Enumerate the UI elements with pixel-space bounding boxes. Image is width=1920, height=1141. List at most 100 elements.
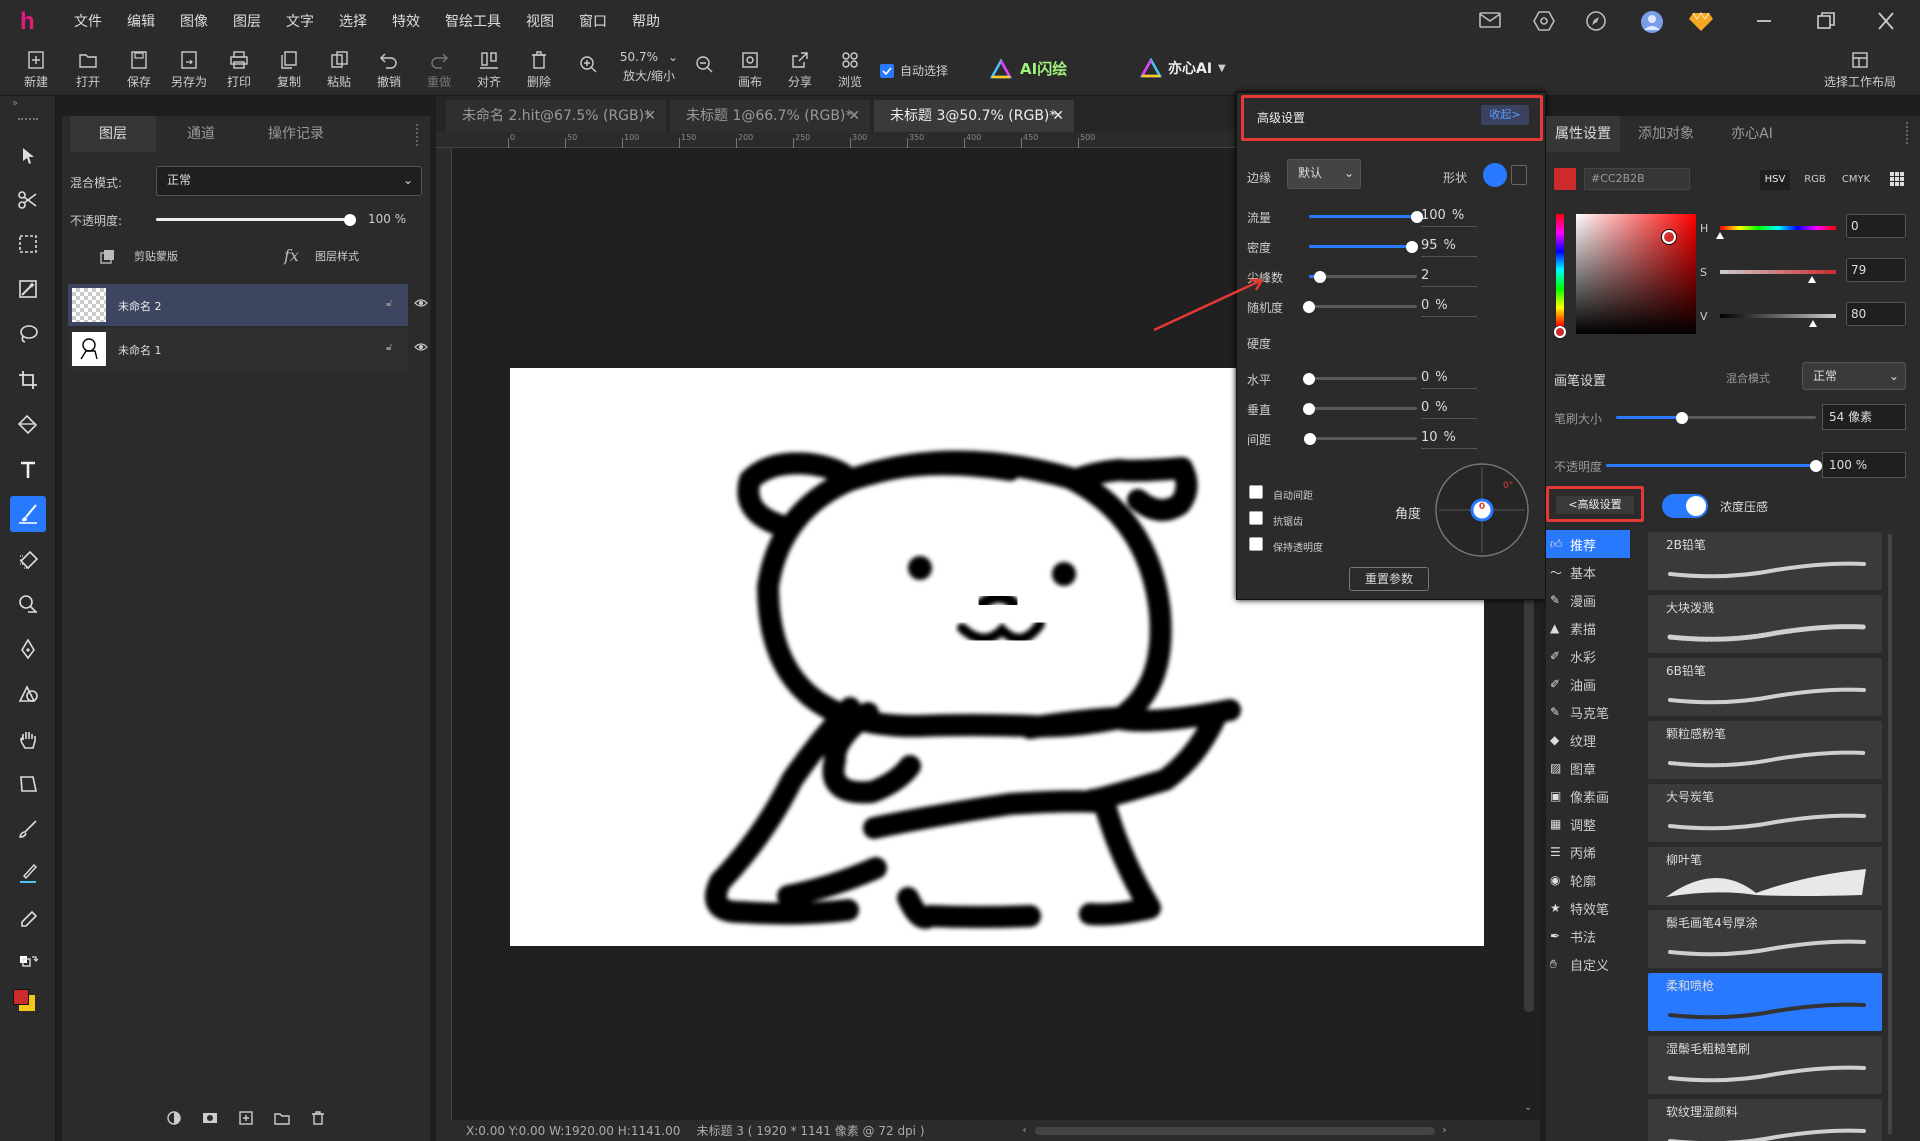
adv-slider-knob[interactable]	[1303, 373, 1315, 385]
lock-icon[interactable]: 🔓︎	[386, 298, 392, 309]
adv-slider[interactable]	[1309, 241, 1418, 253]
compass-icon[interactable]	[1584, 10, 1610, 34]
adv-slider-knob[interactable]	[1303, 403, 1315, 415]
brush-size-knob[interactable]	[1676, 412, 1688, 424]
hsv-value-input[interactable]: 79	[1846, 258, 1906, 282]
scissors-tool-icon[interactable]	[10, 182, 46, 218]
trash-icon[interactable]	[310, 1110, 326, 1126]
brush-preset-item[interactable]: 柳叶笔	[1648, 847, 1882, 905]
copy-button[interactable]: 复制	[267, 50, 311, 90]
marquee-tool-icon[interactable]	[10, 226, 46, 262]
new-button[interactable]: 新建	[14, 50, 58, 90]
brush-tool-icon[interactable]	[10, 496, 46, 532]
current-color-swatch[interactable]	[1554, 168, 1576, 190]
zoom-in-icon[interactable]	[578, 54, 598, 74]
adv-slider[interactable]	[1303, 373, 1417, 385]
open-button[interactable]: 打开	[66, 50, 110, 90]
brush-list-scrollbar[interactable]	[1888, 534, 1892, 1134]
expand-icon[interactable]: »	[12, 98, 18, 109]
menu-item[interactable]: 文件	[74, 0, 102, 44]
paint-bucket-tool-icon[interactable]	[10, 406, 46, 442]
adv-slider[interactable]	[1304, 433, 1417, 445]
brush-preset-item[interactable]: 大号炭笔	[1648, 784, 1882, 842]
sv-picker-knob[interactable]	[1662, 230, 1676, 244]
mode-rgb[interactable]: RGB	[1800, 170, 1830, 190]
scroll-right-icon[interactable]: ›	[1443, 1125, 1447, 1136]
adv-slider-value[interactable]: 0%	[1421, 397, 1477, 419]
hsv-value-input[interactable]: 80	[1846, 302, 1906, 326]
menu-item[interactable]: 帮助	[632, 0, 660, 44]
adv-slider[interactable]	[1303, 301, 1417, 313]
anti-alias-checkbox[interactable]	[1249, 511, 1263, 525]
paste-button[interactable]: 粘贴	[317, 50, 361, 90]
move-tool-icon[interactable]	[10, 138, 46, 174]
adv-slider-value[interactable]: 0%	[1421, 295, 1477, 317]
blend-mode-select[interactable]: 正常 ⌄	[156, 166, 422, 196]
delete-button[interactable]: 删除	[517, 50, 561, 90]
eye-icon[interactable]	[414, 340, 428, 354]
crop-tool-icon[interactable]	[10, 362, 46, 398]
settings-hex-icon[interactable]	[1532, 10, 1558, 34]
brush-blend-select[interactable]: 正常 ⌄	[1802, 362, 1906, 390]
share-button[interactable]: 分享	[778, 50, 822, 90]
chevron-down-icon[interactable]: ⌄	[668, 50, 678, 64]
add-layer-icon[interactable]	[238, 1110, 254, 1126]
adv-slider-knob[interactable]	[1303, 301, 1315, 313]
undo-button[interactable]: 撤销	[367, 50, 411, 90]
brush-preset-item[interactable]: 大块泼溅	[1648, 595, 1882, 653]
hsv-value-input[interactable]: 0	[1846, 214, 1906, 238]
eyedropper-tool-icon[interactable]	[10, 902, 46, 938]
close-icon[interactable]: ✕	[1052, 100, 1064, 132]
checkbox-checked-icon[interactable]	[880, 63, 894, 78]
grip-icon[interactable]	[18, 118, 38, 122]
magic-wand-tool-icon[interactable]	[10, 271, 46, 307]
menu-item[interactable]: 选择	[339, 0, 367, 44]
menu-item[interactable]: 文字	[286, 0, 314, 44]
mode-hsv[interactable]: HSV	[1760, 170, 1790, 190]
auto-spacing-checkbox[interactable]	[1249, 485, 1263, 499]
brush-preset-item[interactable]: 鬃毛画笔4号厚涂	[1648, 910, 1882, 968]
layer-style-button[interactable]: fx 图层样式	[284, 246, 359, 265]
text-tool-icon[interactable]	[10, 452, 46, 488]
layout-button[interactable]: 选择工作布局	[1820, 50, 1900, 90]
close-button[interactable]	[1874, 10, 1900, 34]
brush-opacity-knob[interactable]	[1810, 460, 1822, 472]
menu-item[interactable]: 特效	[392, 0, 420, 44]
panel-grip-icon[interactable]	[416, 124, 422, 146]
adv-slider[interactable]	[1303, 403, 1417, 415]
doc-tab-2[interactable]: 未标题 1@66.7% (RGB)* ✕	[670, 100, 870, 132]
tab-add-object[interactable]: 添加对象	[1626, 116, 1706, 152]
adv-slider-value[interactable]: 10%	[1421, 427, 1477, 449]
zoom-control[interactable]: 50.7% ⌄ 放大/缩小	[604, 50, 694, 84]
adv-slider-value[interactable]: 0%	[1421, 367, 1477, 389]
shape-toggle-icon[interactable]	[1511, 165, 1527, 185]
brush-size-slider[interactable]	[1616, 412, 1816, 424]
brush-size-input[interactable]: 54 像素	[1822, 404, 1906, 430]
adv-slider-knob[interactable]	[1313, 271, 1326, 283]
redo-button[interactable]: 重做	[417, 50, 461, 90]
minimize-button[interactable]	[1752, 10, 1778, 34]
scroll-left-icon[interactable]: ‹	[1023, 1125, 1027, 1136]
close-icon[interactable]: ✕	[848, 100, 860, 132]
auto-select-toggle[interactable]: 自动选择	[880, 62, 948, 79]
swap-colors-icon[interactable]	[10, 946, 46, 982]
hsv-slider-knob[interactable]	[1716, 232, 1724, 239]
save-as-button[interactable]: 另存为	[167, 50, 211, 90]
brush-preset-item[interactable]: 湿鬃毛粗糙笔刷	[1648, 1036, 1882, 1094]
canvas-button[interactable]: 画布	[728, 50, 772, 90]
brush-preset-item[interactable]: 颗粒感粉笔	[1648, 721, 1882, 779]
horizontal-scrollbar[interactable]	[1034, 1126, 1435, 1135]
ai-flash-button[interactable]: AI闪绘	[990, 58, 1067, 79]
brush-preset-item[interactable]: 2B铅笔	[1648, 532, 1882, 590]
browse-button[interactable]: 浏览	[828, 50, 872, 90]
shape-tool-icon[interactable]	[10, 676, 46, 712]
adv-slider[interactable]	[1309, 211, 1423, 223]
adv-slider[interactable]	[1309, 271, 1417, 283]
clip-mask-button[interactable]: 剪贴蒙版	[100, 248, 178, 264]
menu-item[interactable]: 编辑	[127, 0, 155, 44]
mask-icon[interactable]	[202, 1110, 218, 1126]
brush-opacity-slider[interactable]	[1606, 460, 1822, 472]
close-icon[interactable]: ✕	[644, 100, 656, 132]
eraser-tool-icon[interactable]	[10, 542, 46, 578]
avatar[interactable]	[1640, 10, 1666, 34]
